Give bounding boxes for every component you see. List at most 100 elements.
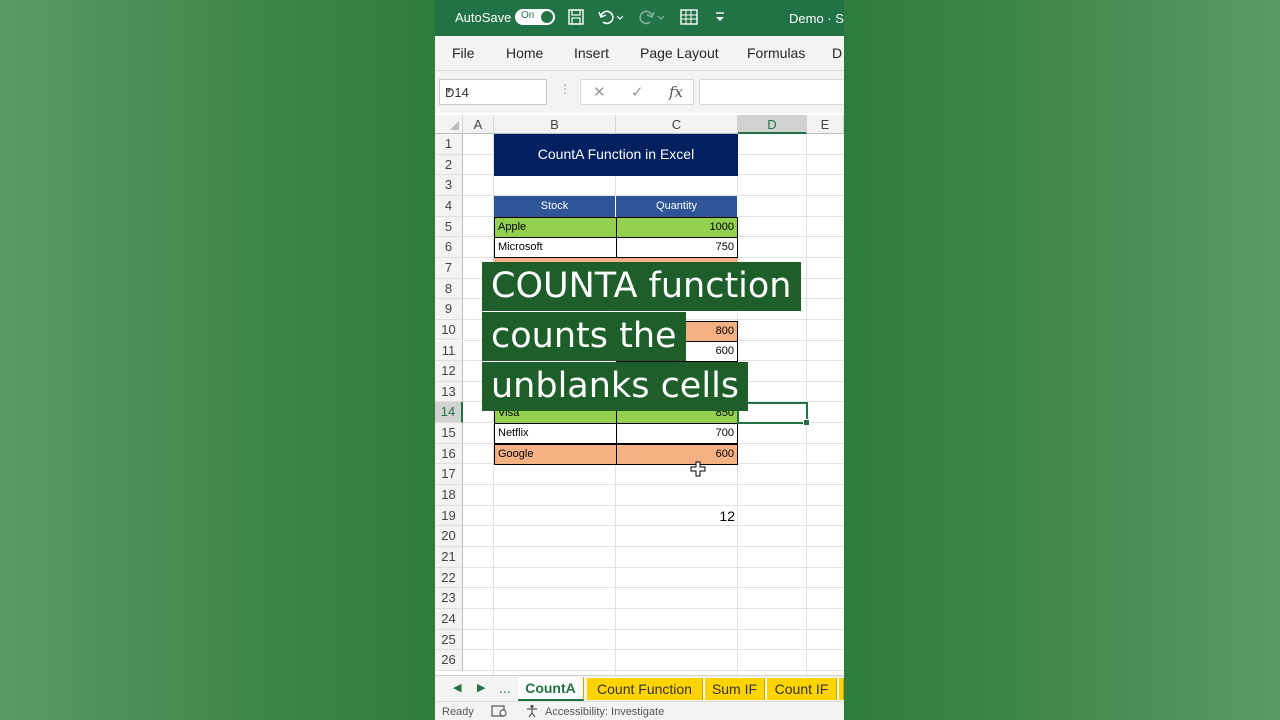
autosave-label: AutoSave xyxy=(455,10,512,25)
tab-insert[interactable]: Insert xyxy=(574,45,609,61)
row-header-10[interactable]: 10 xyxy=(435,319,463,341)
select-all-button[interactable] xyxy=(435,115,463,134)
grid-row-line xyxy=(463,649,844,651)
stock-cell[interactable]: Netflix xyxy=(494,423,617,444)
row-header-17[interactable]: 17 xyxy=(435,464,463,486)
caption-line-1: COUNTA function xyxy=(482,262,801,311)
quantity-cell[interactable]: 750 xyxy=(616,237,738,258)
row-header-7[interactable]: 7 xyxy=(435,257,463,279)
quantity-cell[interactable]: 600 xyxy=(616,444,738,465)
insert-function-icon[interactable]: fx xyxy=(669,83,683,101)
tab-formulas[interactable]: Formulas xyxy=(747,45,805,61)
header-stock[interactable]: Stock xyxy=(494,196,616,217)
header-quantity[interactable]: Quantity xyxy=(616,196,738,217)
quantity-cell[interactable]: 1000 xyxy=(616,217,738,238)
sheet-tab-overflow[interactable] xyxy=(839,678,844,700)
macro-record-icon[interactable] xyxy=(491,704,507,720)
row-header-23[interactable]: 23 xyxy=(435,588,463,609)
row-header-16[interactable]: 16 xyxy=(435,443,463,465)
row-header-11[interactable]: 11 xyxy=(435,340,463,362)
row-header-12[interactable]: 12 xyxy=(435,361,463,382)
enter-icon[interactable]: ✓ xyxy=(631,83,644,101)
autosave-state: On xyxy=(521,10,535,21)
stock-cell[interactable]: Google xyxy=(494,444,617,465)
row-header-8[interactable]: 8 xyxy=(435,278,463,300)
document-title: Demo · S xyxy=(789,11,844,26)
row-header-24[interactable]: 24 xyxy=(435,608,463,630)
sheet-tab-counta[interactable]: CountA xyxy=(518,677,584,701)
stock-cell[interactable]: Microsoft xyxy=(494,237,617,258)
grid-row-line xyxy=(463,587,844,589)
row-header-18[interactable]: 18 xyxy=(435,485,463,506)
fill-handle[interactable] xyxy=(803,419,810,426)
caption-line-2: counts the xyxy=(482,312,686,361)
quantity-cell[interactable]: 700 xyxy=(616,423,738,444)
column-header-d[interactable]: D xyxy=(738,115,807,134)
row-header-20[interactable]: 20 xyxy=(435,526,463,547)
prev-sheet-icon[interactable]: ◀ xyxy=(453,681,461,694)
column-header-c[interactable]: C xyxy=(616,115,738,134)
toggle-knob xyxy=(541,11,553,23)
status-ready: Ready xyxy=(442,706,474,718)
more-sheets-button[interactable]: ... xyxy=(499,680,511,696)
sheet-tab-bar: ◀ ▶ ... CountA Count Function Sum IF Cou… xyxy=(435,675,844,702)
chevron-down-icon[interactable]: ▼ xyxy=(445,86,540,95)
formula-buttons: ✕ ✓ fx xyxy=(580,79,694,105)
tab-home[interactable]: Home xyxy=(506,45,543,61)
row-header-26[interactable]: 26 xyxy=(435,650,463,671)
background-left xyxy=(0,0,435,720)
customize-toolbar-icon[interactable] xyxy=(714,8,726,31)
next-sheet-icon[interactable]: ▶ xyxy=(477,681,485,694)
grid-row-line xyxy=(463,484,844,486)
save-icon[interactable] xyxy=(567,8,585,31)
row-header-3[interactable]: 3 xyxy=(435,175,463,196)
row-header-4[interactable]: 4 xyxy=(435,195,463,217)
ribbon-tabs: File Home Insert Page Layout Formulas D xyxy=(435,36,844,71)
column-header-b[interactable]: B xyxy=(494,115,616,134)
sheet-title[interactable]: CountA Function in Excel xyxy=(494,134,738,176)
tab-file[interactable]: File xyxy=(452,45,475,61)
background-right xyxy=(844,0,1280,720)
stock-cell[interactable]: Apple xyxy=(494,217,617,238)
row-header-5[interactable]: 5 xyxy=(435,216,463,238)
grid-row-line xyxy=(463,628,844,630)
formula-input[interactable] xyxy=(699,79,844,105)
row-header-19[interactable]: 19 xyxy=(435,505,463,527)
counta-result-cell[interactable]: 12 xyxy=(616,506,738,527)
autosave-toggle[interactable]: On xyxy=(515,9,555,25)
sheet-tab-count-function[interactable]: Count Function xyxy=(587,678,703,700)
row-header-15[interactable]: 15 xyxy=(435,423,463,444)
title-bar: AutoSave On Demo · S xyxy=(435,0,844,36)
undo-icon[interactable] xyxy=(597,8,624,31)
grid-row-line xyxy=(463,566,844,568)
grid-row-line xyxy=(463,669,844,671)
row-header-25[interactable]: 25 xyxy=(435,629,463,651)
tab-data[interactable]: D xyxy=(832,45,842,61)
row-header-1[interactable]: 1 xyxy=(435,134,463,155)
row-header-6[interactable]: 6 xyxy=(435,237,463,258)
formula-bar: D14 ▼ ⋮ ✕ ✓ fx xyxy=(435,71,844,113)
column-header-e[interactable]: E xyxy=(807,115,844,134)
row-header-2[interactable]: 2 xyxy=(435,154,463,176)
grid-row-line xyxy=(463,546,844,547)
row-header-13[interactable]: 13 xyxy=(435,381,463,403)
grid-row-line xyxy=(463,607,844,609)
row-header-9[interactable]: 9 xyxy=(435,299,463,320)
caption-line-3: unblanks cells xyxy=(482,362,749,411)
tab-page-layout[interactable]: Page Layout xyxy=(640,45,719,61)
sheet-tab-sum-if[interactable]: Sum IF xyxy=(705,678,765,700)
sheet-tab-count-if[interactable]: Count IF xyxy=(767,678,837,700)
redo-icon[interactable] xyxy=(638,8,665,31)
name-box[interactable]: D14 ▼ xyxy=(439,79,547,105)
row-header-22[interactable]: 22 xyxy=(435,567,463,589)
cursor-cross-icon xyxy=(690,461,706,481)
table-icon[interactable] xyxy=(679,8,699,31)
row-header-14[interactable]: 14 xyxy=(435,402,463,424)
column-header-a[interactable]: A xyxy=(463,115,494,134)
status-bar: Ready Accessibility: Investigate xyxy=(435,701,844,720)
row-header-21[interactable]: 21 xyxy=(435,547,463,568)
accessibility-icon[interactable] xyxy=(525,704,541,720)
cancel-icon[interactable]: ✕ xyxy=(593,83,606,101)
accessibility-status[interactable]: Accessibility: Investigate xyxy=(545,706,664,718)
more-options-icon[interactable]: ⋮ xyxy=(559,82,571,96)
